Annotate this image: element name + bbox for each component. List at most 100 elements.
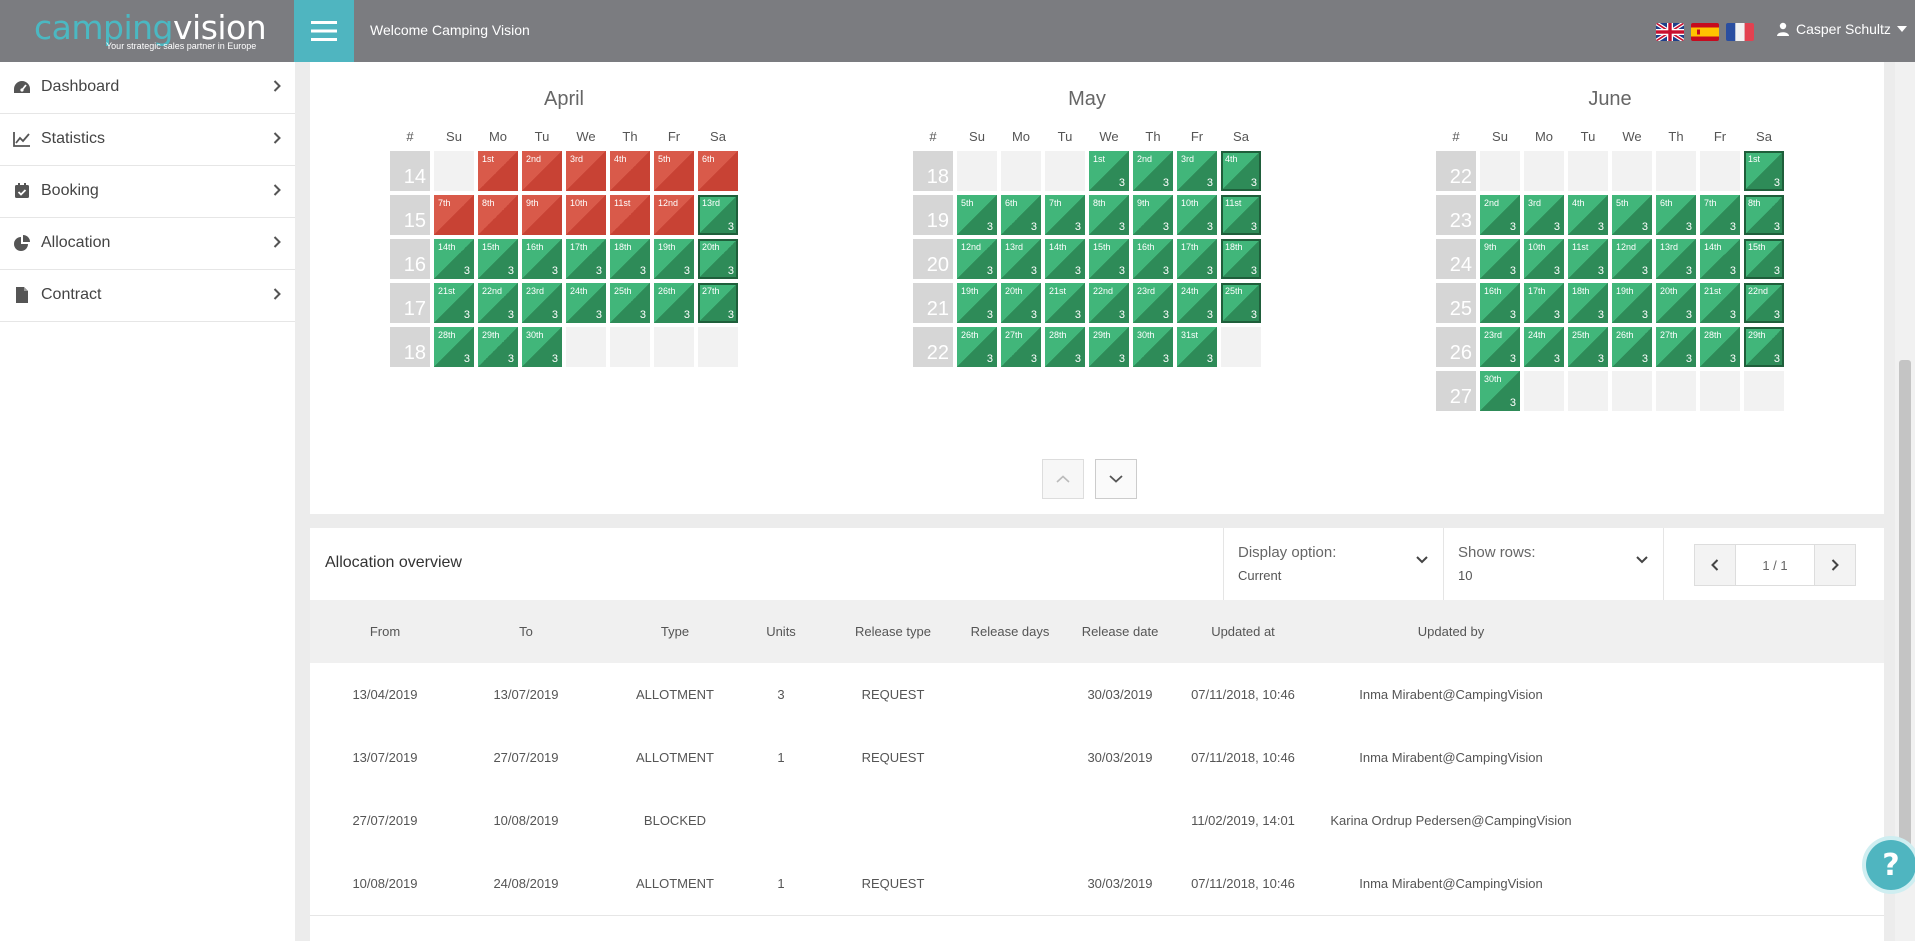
calendar-day[interactable]: 26th 3: [1612, 327, 1652, 367]
calendar-day[interactable]: 22nd 3: [1089, 283, 1129, 323]
column-header[interactable]: Updated by: [1326, 624, 1576, 639]
calendar-day[interactable]: 14th 3: [434, 239, 474, 279]
column-header[interactable]: Units: [756, 624, 806, 639]
table-row[interactable]: 13/07/2019 27/07/2019 ALLOTMENT 1 REQUEST 30/…: [310, 726, 1884, 790]
calendar-day[interactable]: 21st 3: [1045, 283, 1085, 323]
table-row[interactable]: 27/07/2019 10/08/2019 BLOCKED 11/02/2019, 1…: [310, 789, 1884, 853]
table-row[interactable]: 10/08/2019 24/08/2019 ALLOTMENT 1 REQUEST 30/…: [310, 852, 1884, 916]
calendar-day[interactable]: 6th 3: [1656, 195, 1696, 235]
calendar-day[interactable]: 15th 3: [1744, 239, 1784, 279]
calendar-day[interactable]: 10th 3: [1524, 239, 1564, 279]
calendar-day[interactable]: 10th: [566, 195, 606, 235]
calendar-day[interactable]: 29th 3: [1089, 327, 1129, 367]
calendar-day[interactable]: 20th 3: [1656, 283, 1696, 323]
calendar-day[interactable]: 30th 3: [1133, 327, 1173, 367]
calendar-day[interactable]: 3rd 3: [1177, 151, 1217, 191]
calendar-day[interactable]: 13rd 3: [698, 195, 738, 235]
calendar-day[interactable]: 2nd 3: [1480, 195, 1520, 235]
calendar-day[interactable]: 26th 3: [654, 283, 694, 323]
calendar-day[interactable]: 10th 3: [1177, 195, 1217, 235]
calendar-day[interactable]: 25th 3: [610, 283, 650, 323]
calendar-day[interactable]: 5th 3: [957, 195, 997, 235]
calendar-day[interactable]: 16th 3: [1133, 239, 1173, 279]
column-header[interactable]: Release days: [950, 624, 1070, 639]
calendar-prev-button[interactable]: [1042, 459, 1084, 499]
calendar-day[interactable]: 6th 3: [1001, 195, 1041, 235]
prev-page-button[interactable]: [1695, 545, 1735, 585]
column-header[interactable]: To: [486, 624, 566, 639]
next-page-button[interactable]: [1815, 545, 1855, 585]
spain-flag-icon[interactable]: [1691, 23, 1719, 41]
calendar-day[interactable]: 6th: [698, 151, 738, 191]
calendar-day[interactable]: 23rd 3: [522, 283, 562, 323]
calendar-day[interactable]: 11st 3: [1221, 195, 1261, 235]
calendar-day[interactable]: 2nd 3: [1133, 151, 1173, 191]
calendar-day[interactable]: 11st: [610, 195, 650, 235]
calendar-day[interactable]: 27th 3: [1001, 327, 1041, 367]
column-header[interactable]: Release date: [1060, 624, 1180, 639]
calendar-day[interactable]: 12nd: [654, 195, 694, 235]
calendar-day[interactable]: 8th 3: [1744, 195, 1784, 235]
menu-toggle-button[interactable]: [294, 0, 354, 62]
calendar-day[interactable]: 21st 3: [434, 283, 474, 323]
help-button[interactable]: ?: [1866, 840, 1915, 890]
table-row[interactable]: 13/04/2019 13/07/2019 ALLOTMENT 3 REQUEST 30/…: [310, 663, 1884, 727]
calendar-day[interactable]: 17th 3: [1177, 239, 1217, 279]
calendar-day[interactable]: 17th 3: [566, 239, 606, 279]
calendar-day[interactable]: 2nd: [522, 151, 562, 191]
calendar-day[interactable]: 16th 3: [1480, 283, 1520, 323]
calendar-day[interactable]: 18th 3: [1568, 283, 1608, 323]
calendar-day[interactable]: 4th: [610, 151, 650, 191]
calendar-day[interactable]: 9th: [522, 195, 562, 235]
calendar-day[interactable]: 13rd 3: [1656, 239, 1696, 279]
calendar-day[interactable]: 29th 3: [478, 327, 518, 367]
calendar-day[interactable]: 25th 3: [1568, 327, 1608, 367]
calendar-day[interactable]: 9th 3: [1133, 195, 1173, 235]
calendar-day[interactable]: 1st: [478, 151, 518, 191]
calendar-day[interactable]: 30th 3: [1480, 371, 1520, 411]
calendar-day[interactable]: 19th 3: [957, 283, 997, 323]
sidebar-item-contract[interactable]: Contract: [0, 270, 295, 322]
sidebar-item-statistics[interactable]: Statistics: [0, 114, 295, 166]
calendar-day[interactable]: 17th 3: [1524, 283, 1564, 323]
calendar-day[interactable]: 4th 3: [1221, 151, 1261, 191]
calendar-day[interactable]: 7th 3: [1700, 195, 1740, 235]
column-header[interactable]: Updated at: [1178, 624, 1308, 639]
calendar-day[interactable]: 18th 3: [610, 239, 650, 279]
calendar-day[interactable]: 19th 3: [1612, 283, 1652, 323]
calendar-day[interactable]: 8th: [478, 195, 518, 235]
calendar-day[interactable]: 21st 3: [1700, 283, 1740, 323]
calendar-day[interactable]: 22nd 3: [478, 283, 518, 323]
column-header[interactable]: Release type: [833, 624, 953, 639]
calendar-day[interactable]: 5th 3: [1612, 195, 1652, 235]
calendar-day[interactable]: 28th 3: [1045, 327, 1085, 367]
calendar-day[interactable]: 15th 3: [478, 239, 518, 279]
calendar-day[interactable]: 1st 3: [1744, 151, 1784, 191]
calendar-day[interactable]: 7th: [434, 195, 474, 235]
display-option-select[interactable]: Display option: Current: [1223, 528, 1444, 600]
calendar-day[interactable]: 31st 3: [1177, 327, 1217, 367]
calendar-day[interactable]: 28th 3: [1700, 327, 1740, 367]
calendar-day[interactable]: 25th 3: [1221, 283, 1261, 323]
calendar-day[interactable]: 27th 3: [698, 283, 738, 323]
column-header[interactable]: From: [345, 624, 425, 639]
calendar-day[interactable]: 12nd 3: [1612, 239, 1652, 279]
calendar-day[interactable]: 24th 3: [1524, 327, 1564, 367]
calendar-day[interactable]: 13rd 3: [1001, 239, 1041, 279]
calendar-day[interactable]: 29th 3: [1744, 327, 1784, 367]
calendar-day[interactable]: 23rd 3: [1133, 283, 1173, 323]
calendar-day[interactable]: 1st 3: [1089, 151, 1129, 191]
uk-flag-icon[interactable]: [1656, 23, 1684, 41]
calendar-day[interactable]: 20th 3: [1001, 283, 1041, 323]
sidebar-item-allocation[interactable]: Allocation: [0, 218, 295, 270]
calendar-day[interactable]: 27th 3: [1656, 327, 1696, 367]
show-rows-select[interactable]: Show rows: 10: [1443, 528, 1664, 600]
calendar-day[interactable]: 12nd 3: [957, 239, 997, 279]
calendar-day[interactable]: 3rd 3: [1524, 195, 1564, 235]
calendar-day[interactable]: 20th 3: [698, 239, 738, 279]
sidebar-item-booking[interactable]: Booking: [0, 166, 295, 218]
calendar-day[interactable]: 7th 3: [1045, 195, 1085, 235]
calendar-day[interactable]: 3rd: [566, 151, 606, 191]
calendar-day[interactable]: 24th 3: [566, 283, 606, 323]
calendar-day[interactable]: 23rd 3: [1480, 327, 1520, 367]
